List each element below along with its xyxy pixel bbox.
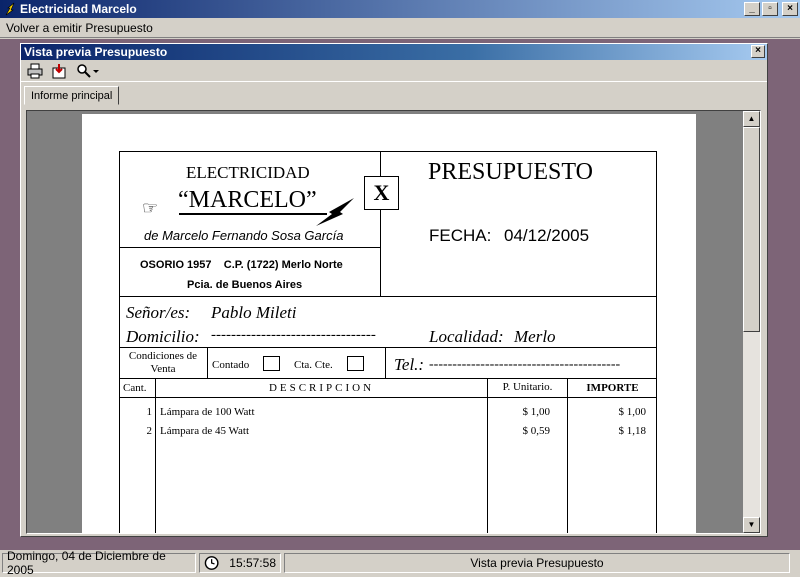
magnifier-icon (77, 63, 91, 78)
preview-window-title: Vista previa Presupuesto (24, 45, 168, 59)
app-title: Electricidad Marcelo (20, 2, 137, 16)
preview-window-title-bar: Vista previa Presupuesto × (21, 44, 767, 60)
clock-icon (204, 556, 219, 570)
address-divider (119, 247, 381, 248)
senor-label: Señor/es: (126, 303, 191, 322)
col-header-importe: IMPORTE (586, 382, 639, 394)
col-divider-3 (567, 378, 568, 533)
lightning-icon (5, 2, 15, 16)
export-button[interactable] (49, 62, 69, 80)
row-cant: 1 (146, 406, 153, 418)
status-time: 15:57:58 (229, 556, 276, 570)
localidad-label: Localidad: (429, 327, 504, 346)
status-message: Vista previa Presupuesto (284, 553, 790, 573)
row-importe: $ 1,00 (618, 406, 647, 418)
domicilio-label: Domicilio: (126, 327, 200, 346)
minimize-button[interactable]: _ (744, 2, 760, 16)
menu-bar: Volver a emitir Presupuesto (0, 18, 800, 38)
row-desc: Lámpara de 100 Watt (160, 406, 255, 418)
scroll-thumb[interactable] (743, 127, 760, 332)
scroll-up-button[interactable]: ▲ (743, 111, 760, 127)
report-page: ELECTRICIDAD ☞ “MARCELO” de Marcelo Fern… (82, 114, 696, 533)
print-button[interactable] (25, 62, 45, 80)
status-date: Domingo, 04 de Diciembre de 2005 (2, 549, 196, 577)
senor-value: Pablo Mileti (211, 303, 297, 322)
row-unit: $ 0,59 (522, 425, 551, 437)
company-line1: ELECTRICIDAD (186, 163, 310, 182)
tel-box-right (656, 347, 657, 379)
items-header-divider (119, 397, 657, 398)
vertical-scrollbar[interactable]: ▲ ▼ (743, 111, 760, 533)
report-preview-area[interactable]: ELECTRICIDAD ☞ “MARCELO” de Marcelo Fern… (26, 110, 761, 534)
contado-checkbox (263, 356, 280, 371)
zoom-button[interactable] (73, 62, 103, 80)
owner-name: de Marcelo Fernando Sosa García (144, 228, 344, 243)
logo-lightning-icon (316, 198, 354, 226)
fecha-value: 04/12/2005 (504, 226, 590, 245)
row-importe: $ 1,18 (618, 425, 647, 437)
mdi-workspace: Vista previa Presupuesto × Informe princ… (0, 39, 800, 550)
ctacte-label: Cta. Cte. (294, 359, 333, 371)
table-row: 2 Lámpara de 45 Watt $ 0,59 $ 1,18 (119, 425, 657, 441)
domicilio-value: --------------------------------- (211, 327, 376, 343)
items-table (119, 378, 657, 533)
condiciones-label: Condiciones de Venta (128, 350, 198, 375)
preview-close-button[interactable]: × (751, 45, 765, 58)
contado-label: Contado (212, 359, 250, 371)
status-time-pane: 15:57:58 (199, 553, 281, 573)
invoice-type-mark: X (364, 176, 399, 210)
col-divider-2 (487, 378, 488, 533)
pointing-hand-icon: ☞ (142, 198, 159, 218)
col-divider-1 (155, 378, 156, 533)
row-desc: Lámpara de 45 Watt (160, 425, 250, 437)
printer-icon (27, 63, 43, 78)
restore-button[interactable]: ▫ (762, 2, 778, 16)
col-header-unit: P. Unitario. (502, 381, 553, 393)
report-tabs: Informe principal (21, 82, 767, 105)
company-province: Pcia. de Buenos Aires (187, 279, 303, 291)
row-unit: $ 1,00 (522, 406, 551, 418)
scroll-down-button[interactable]: ▼ (743, 517, 760, 533)
preview-window: Vista previa Presupuesto × Informe princ… (20, 43, 768, 537)
row-cant: 2 (146, 425, 153, 437)
ctacte-checkbox (347, 356, 364, 371)
conditions-label-divider (207, 347, 208, 379)
status-bar: Domingo, 04 de Diciembre de 2005 15:57:5… (0, 549, 800, 577)
tab-informe-principal[interactable]: Informe principal (24, 86, 120, 105)
company-address: OSORIO 1957 C.P. (1722) Merlo Norte (140, 259, 343, 271)
document-title: PRESUPUESTO (428, 159, 593, 185)
export-icon (52, 63, 66, 78)
dropdown-arrow-icon (93, 69, 99, 73)
app-title-bar: Electricidad Marcelo _ ▫ × (0, 0, 800, 18)
tel-label: Tel.: (394, 355, 425, 374)
col-header-desc: DESCRIPCION (268, 382, 375, 394)
table-row: 1 Lámpara de 100 Watt $ 1,00 $ 1,00 (119, 406, 657, 422)
company-underline (179, 213, 327, 215)
fecha-label: FECHA: (429, 226, 492, 245)
menu-volver-emitir[interactable]: Volver a emitir Presupuesto (6, 21, 153, 35)
localidad-value: Merlo (514, 327, 556, 346)
preview-toolbar (21, 60, 767, 82)
col-header-cant: Cant. (123, 382, 147, 394)
tel-value: ----------------------------------------… (429, 357, 621, 372)
close-button[interactable]: × (782, 2, 798, 16)
company-name: “MARCELO” (178, 187, 317, 213)
